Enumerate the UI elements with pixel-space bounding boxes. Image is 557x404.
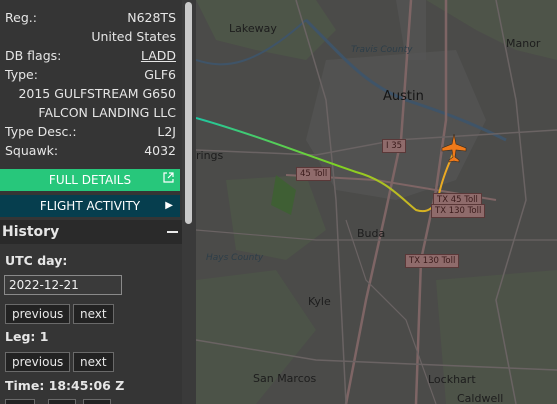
history-header[interactable]: History (0, 220, 182, 244)
squawk-label: Squawk: (5, 143, 59, 158)
typedesc-label: Type Desc.: (5, 124, 77, 139)
type-value: GLF6 (144, 67, 176, 82)
time-step-button[interactable] (83, 399, 111, 404)
typedesc-value: L2J (157, 124, 176, 139)
road-45-toll: 45 Toll (296, 167, 332, 181)
place-buda: Buda (357, 227, 386, 240)
owner-value: FALCON LANDING LLC (38, 105, 176, 120)
reg-label: Reg.: (5, 10, 37, 25)
history-title: History (2, 224, 60, 240)
collapse-icon[interactable] (167, 231, 178, 233)
reg-value: N628TS (127, 10, 176, 25)
typedesc-row: Type Desc.: L2J (0, 122, 182, 141)
chevron-right-icon: ▶ (165, 200, 173, 211)
previous-day-button[interactable]: previous (5, 304, 71, 324)
model-value: 2015 GULFSTREAM G650 (18, 86, 176, 101)
leg-label: Leg: 1 (5, 329, 49, 344)
dbflags-row: DB flags: LADD (0, 46, 182, 65)
road-tx130-toll: TX 130 Toll (431, 204, 486, 218)
country-value: United States (91, 29, 176, 44)
place-caldwell: Caldwell (457, 392, 504, 404)
label-hays-county: Hays County (206, 253, 264, 263)
map-view[interactable]: Lakeway Manor Austin rings Buda Kyle San… (196, 0, 557, 404)
place-kyle: Kyle (308, 295, 331, 308)
next-day-button[interactable]: next (73, 304, 114, 324)
place-manor: Manor (506, 37, 541, 50)
place-lakeway: Lakeway (229, 22, 277, 35)
flight-activity-label: FLIGHT ACTIVITY (39, 199, 141, 213)
previous-leg-button[interactable]: previous (5, 352, 71, 372)
time-step-button[interactable] (5, 399, 35, 404)
type-label: Type: (5, 67, 38, 82)
model-row: 2015 GULFSTREAM G650 (0, 84, 182, 103)
utc-day-input[interactable] (4, 275, 122, 295)
sidebar-scrollbar[interactable] (182, 0, 196, 404)
place-san-marcos: San Marcos (253, 372, 317, 385)
external-link-icon (163, 169, 174, 191)
dbflags-label: DB flags: (5, 48, 62, 63)
utc-day-label: UTC day: (5, 253, 68, 268)
country-row: United States (0, 27, 182, 46)
road-tx130-toll-south: TX 130 Toll (405, 254, 460, 268)
full-details-label: FULL DETAILS (48, 173, 132, 187)
label-travis-county: Travis County (351, 45, 413, 55)
place-austin: Austin (383, 89, 424, 104)
owner-row: FALCON LANDING LLC (0, 103, 182, 122)
time-step-button[interactable] (48, 399, 76, 404)
squawk-value: 4032 (144, 143, 176, 158)
dbflags-link[interactable]: LADD (141, 46, 176, 65)
flight-activity-button[interactable]: FLIGHT ACTIVITY ▶ (0, 195, 180, 217)
road-i35: I 35 (382, 139, 407, 153)
scrollbar-thumb[interactable] (185, 2, 192, 224)
next-leg-button[interactable]: next (73, 352, 114, 372)
squawk-row: Squawk: 4032 (0, 141, 182, 160)
time-label: Time: 18:45:06 Z (5, 378, 125, 393)
full-details-button[interactable]: FULL DETAILS (0, 169, 180, 191)
reg-row: Reg.: N628TS (0, 8, 182, 27)
aircraft-info-panel: Reg.: N628TS United States DB flags: LAD… (0, 0, 182, 404)
place-lockhart: Lockhart (428, 373, 476, 386)
place-springs: rings (196, 149, 224, 162)
type-row: Type: GLF6 (0, 65, 182, 84)
map-base (196, 0, 557, 404)
